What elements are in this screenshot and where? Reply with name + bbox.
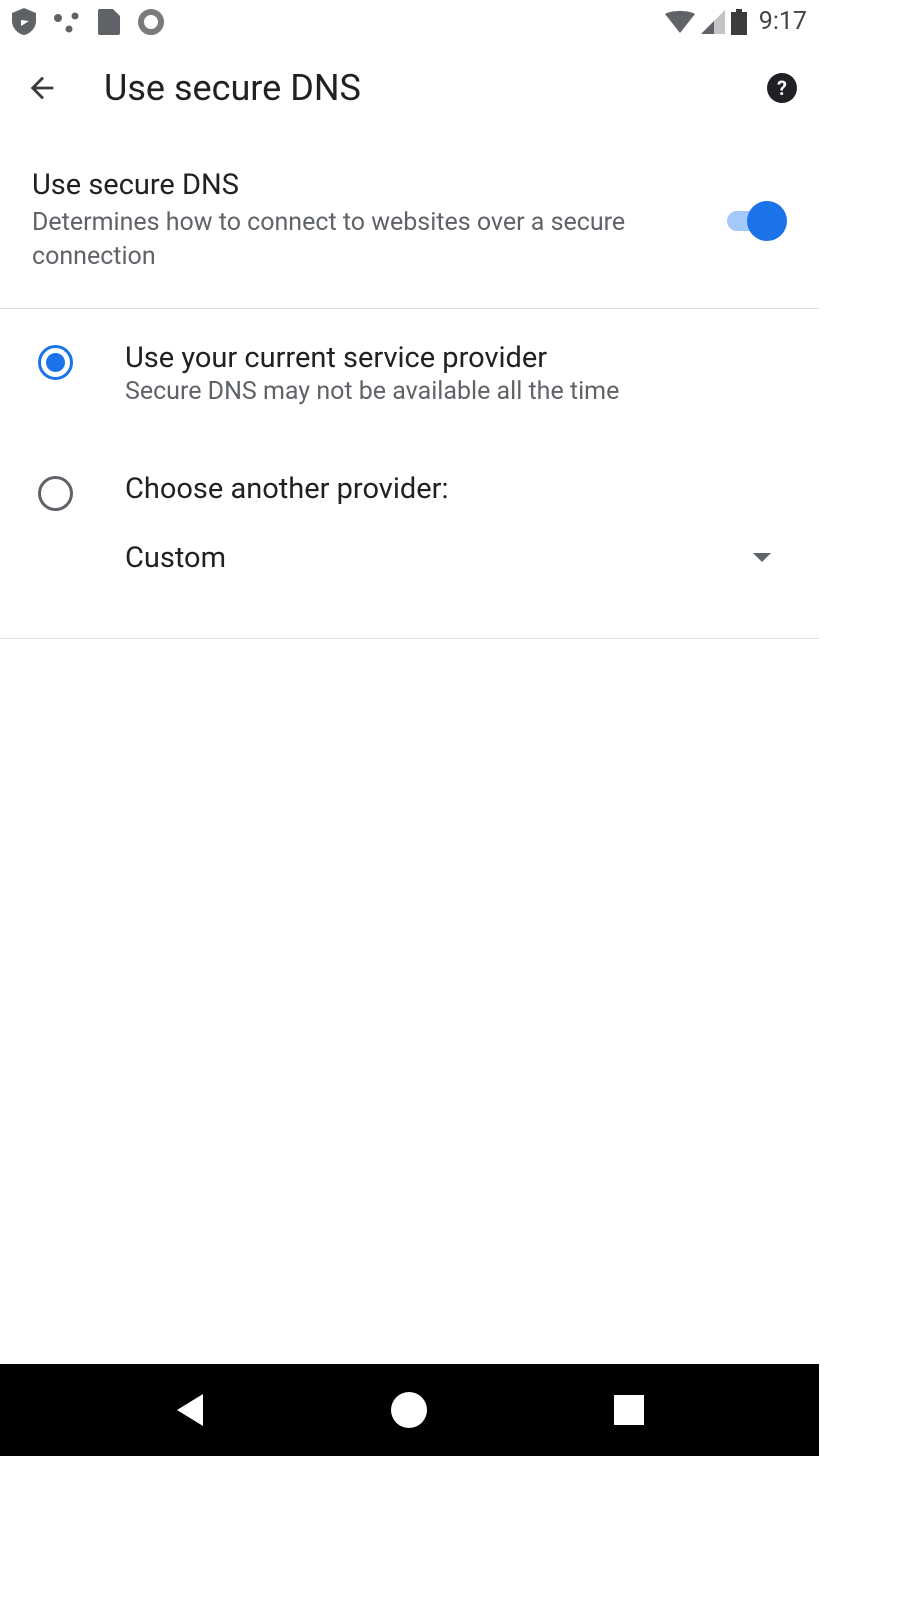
sd-card-icon — [98, 9, 120, 35]
status-time: 9:17 — [759, 7, 807, 36]
arrow-left-icon — [25, 71, 59, 105]
option-choose-another-provider[interactable]: Choose another provider: — [0, 458, 819, 525]
toggle-knob — [747, 201, 787, 241]
status-right-icons: 9:17 — [665, 7, 807, 36]
dots-icon — [54, 11, 80, 33]
radio-unselected-icon — [38, 476, 73, 511]
navigation-bar — [0, 1364, 819, 1456]
option-text: Choose another provider: — [125, 472, 787, 508]
option-text: Use your current service provider Secure… — [125, 341, 787, 406]
page-title: Use secure DNS — [104, 67, 767, 109]
secure-dns-toggle[interactable] — [727, 201, 787, 241]
help-button[interactable]: ? — [767, 73, 797, 103]
option-description: Secure DNS may not be available all the … — [125, 377, 787, 406]
app-bar: Use secure DNS ? — [0, 43, 819, 133]
square-recent-icon — [614, 1395, 644, 1425]
nav-recent-button[interactable] — [589, 1370, 669, 1450]
battery-icon — [731, 9, 747, 35]
circle-home-icon — [391, 1392, 427, 1428]
back-button[interactable] — [22, 68, 62, 108]
status-left-icons — [12, 8, 164, 35]
question-mark-icon: ? — [777, 76, 787, 100]
circle-icon — [138, 9, 164, 35]
toggle-description: Determines how to connect to websites ov… — [32, 206, 687, 274]
radio-selected-icon — [38, 345, 73, 380]
nav-back-button[interactable] — [150, 1370, 230, 1450]
toggle-title: Use secure DNS — [32, 168, 687, 202]
provider-options-section: Use your current service provider Secure… — [0, 309, 819, 639]
dropdown-selected-label: Custom — [125, 541, 753, 575]
triangle-back-icon — [177, 1394, 203, 1426]
nav-home-button[interactable] — [369, 1370, 449, 1450]
wifi-icon — [665, 11, 695, 33]
shield-icon — [12, 8, 36, 35]
option-title: Use your current service provider — [125, 341, 787, 375]
chevron-down-icon — [753, 553, 771, 562]
cellular-icon — [701, 10, 725, 34]
status-bar: 9:17 — [0, 0, 819, 43]
option-use-current-provider[interactable]: Use your current service provider Secure… — [0, 327, 819, 420]
option-title: Choose another provider: — [125, 472, 787, 506]
toggle-section-text: Use secure DNS Determines how to connect… — [32, 168, 727, 274]
provider-dropdown[interactable]: Custom — [0, 525, 819, 583]
secure-dns-toggle-section[interactable]: Use secure DNS Determines how to connect… — [0, 133, 819, 309]
